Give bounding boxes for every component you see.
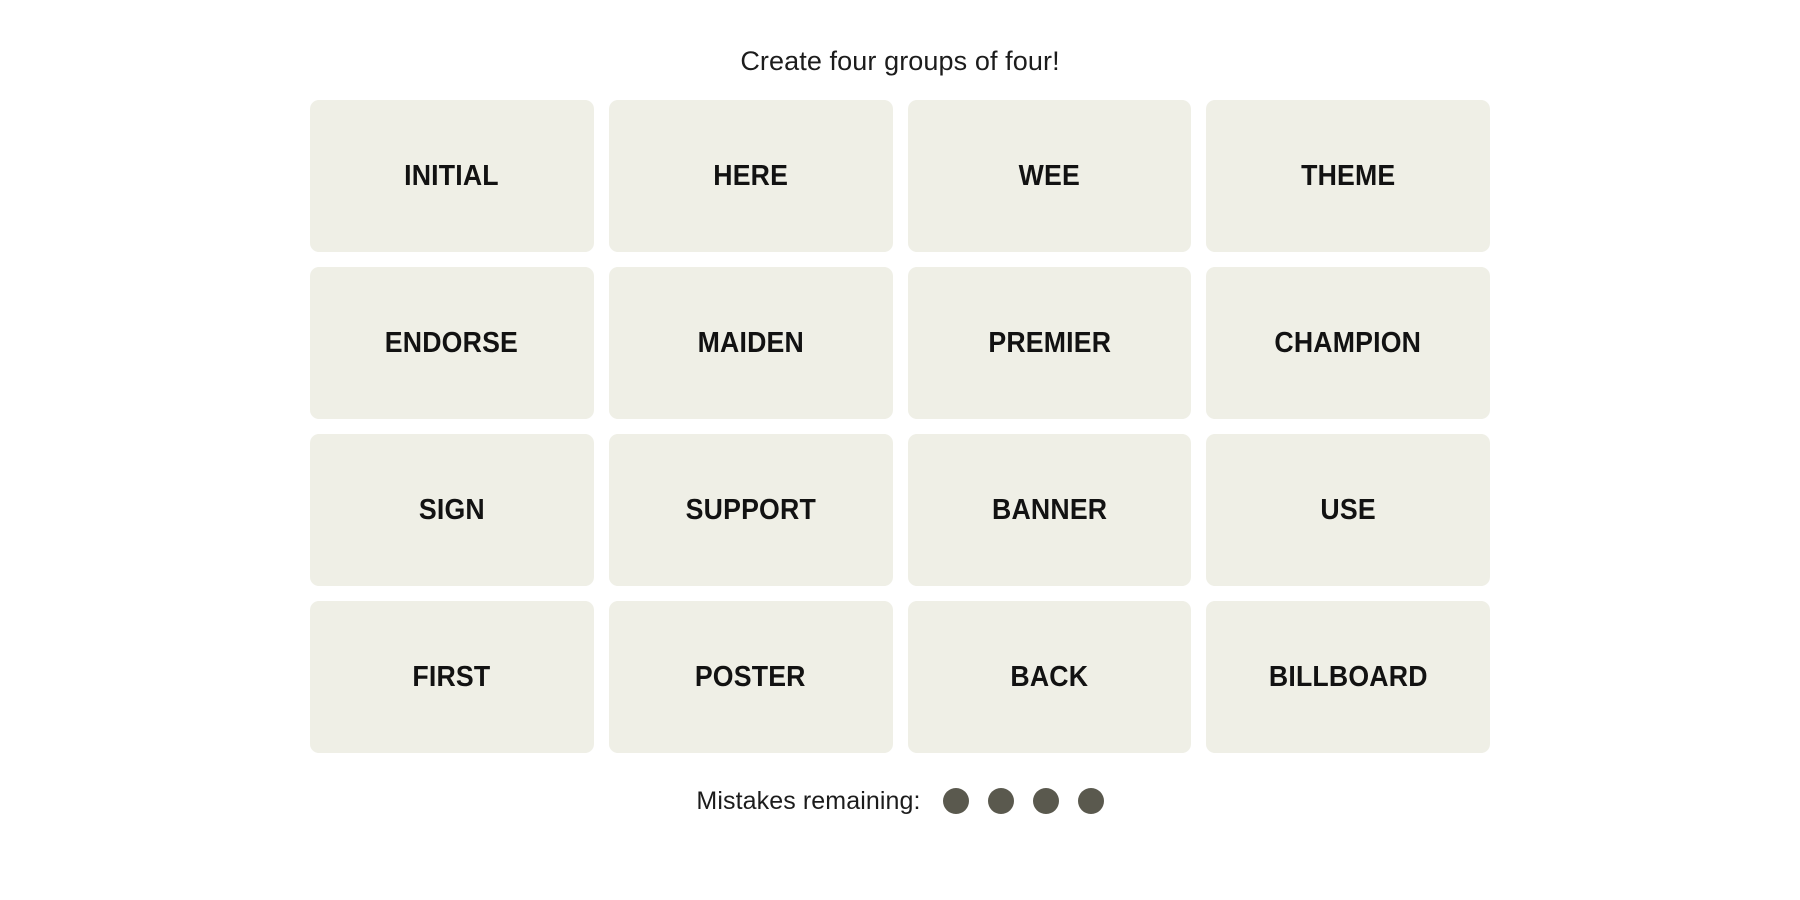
word-tile-10[interactable]: BANNER — [907, 434, 1192, 586]
word-tile-15[interactable]: BILLBOARD — [1206, 601, 1490, 753]
word-tile-0[interactable]: INITIAL — [310, 100, 594, 252]
word-tile-3[interactable]: THEME — [1206, 100, 1490, 252]
word-tile-6[interactable]: PREMIER — [907, 267, 1192, 419]
word-tile-label: POSTER — [695, 660, 807, 693]
word-tile-label: WEE — [1018, 159, 1081, 192]
mistake-dot — [987, 788, 1014, 814]
word-tile-label: PREMIER — [987, 326, 1111, 359]
word-tile-label: INITIAL — [404, 159, 500, 192]
connections-game: Create four groups of four! INITIAL HERE… — [0, 0, 1800, 900]
word-tile-label: HERE — [713, 159, 789, 192]
word-grid: INITIAL HERE WEE THEME ENDORSE MAIDEN PR… — [310, 100, 1490, 753]
word-tile-label: MAIDEN — [697, 326, 804, 359]
word-tile-label: THEME — [1300, 159, 1396, 192]
word-tile-9[interactable]: SUPPORT — [608, 434, 893, 586]
mistake-dot — [942, 788, 969, 814]
word-tile-14[interactable]: BACK — [907, 601, 1192, 753]
word-tile-label: ENDORSE — [385, 326, 519, 359]
page-title: Create four groups of four! — [740, 46, 1060, 76]
word-tile-label: SUPPORT — [685, 493, 816, 526]
word-tile-8[interactable]: SIGN — [310, 434, 594, 586]
word-tile-11[interactable]: USE — [1206, 434, 1490, 586]
mistakes-dot-list — [942, 788, 1104, 814]
word-tile-1[interactable]: HERE — [608, 100, 893, 252]
word-tile-13[interactable]: POSTER — [608, 601, 893, 753]
word-tile-label: FIRST — [412, 660, 491, 693]
mistake-dot — [1077, 788, 1104, 814]
word-tile-label: CHAMPION — [1274, 326, 1422, 359]
word-tile-label: BILLBOARD — [1268, 660, 1428, 693]
word-tile-label: BACK — [1010, 660, 1089, 693]
word-tile-label: BANNER — [991, 493, 1107, 526]
word-tile-5[interactable]: MAIDEN — [608, 267, 893, 419]
word-tile-2[interactable]: WEE — [907, 100, 1192, 252]
word-tile-label: USE — [1320, 493, 1376, 526]
mistakes-remaining-label: Mistakes remaining: — [696, 787, 921, 815]
mistakes-remaining: Mistakes remaining: — [696, 787, 1104, 815]
word-tile-4[interactable]: ENDORSE — [310, 267, 594, 419]
word-tile-7[interactable]: CHAMPION — [1206, 267, 1490, 419]
word-tile-label: SIGN — [418, 493, 485, 526]
mistake-dot — [1032, 788, 1059, 814]
word-tile-12[interactable]: FIRST — [310, 601, 594, 753]
